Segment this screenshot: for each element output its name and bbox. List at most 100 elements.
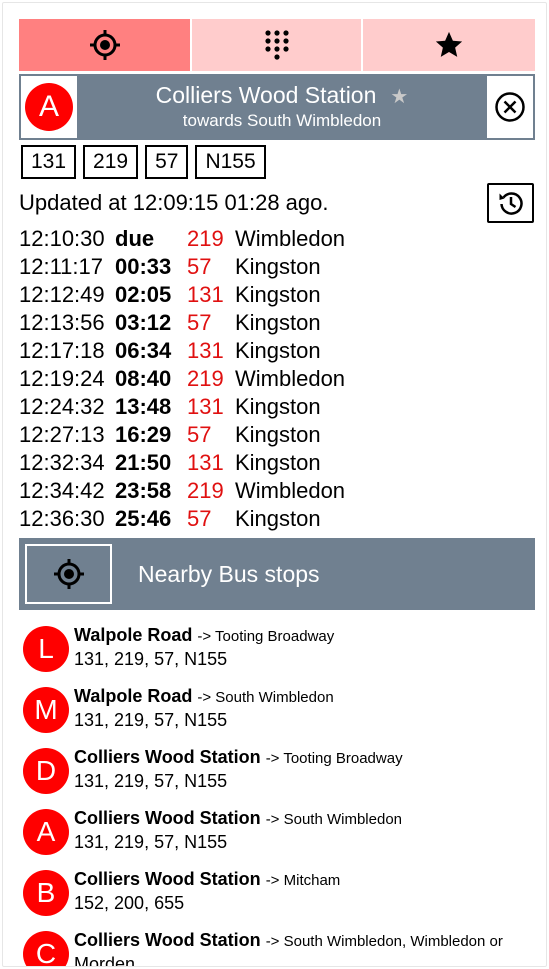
updated-status: Updated at 12:09:15 01:28 ago. (19, 190, 329, 215)
tab-bar (19, 19, 535, 71)
favourite-star-icon[interactable]: ★ (390, 86, 408, 108)
stop-name: Colliers Wood Station -> Mitcham (74, 867, 340, 893)
stop-direction: -> South Wimbledon (265, 811, 403, 828)
arrival-row: 12:24:32 13:48 131 Kingston (19, 393, 519, 421)
arrival-due: 08:40 (115, 366, 172, 391)
star-icon (435, 31, 463, 57)
arrival-route: 131 (187, 282, 224, 307)
arrival-row: 12:19:24 08:40 219 Wimbledon (19, 365, 519, 393)
tab-favourites[interactable] (363, 19, 535, 71)
arrival-time: 12:32:34 (19, 450, 105, 475)
nearby-stops-list: L Walpole Road -> Tooting Broadway 131, … (23, 623, 533, 967)
arrival-row: 12:36:30 25:46 57 Kingston (19, 505, 519, 533)
arrival-due: 13:48 (115, 394, 172, 419)
nearby-stop-item[interactable]: L Walpole Road -> Tooting Broadway 131, … (23, 623, 533, 684)
arrival-route: 219 (187, 226, 224, 251)
stop-direction: towards South Wimbledon (182, 111, 382, 130)
stop-name-line: Colliers Wood Station ★ (77, 81, 487, 111)
stop-name: Walpole Road -> Tooting Broadway (74, 623, 334, 649)
arrival-route: 131 (187, 338, 224, 363)
arrival-route: 219 (187, 366, 224, 391)
stop-name-text: Colliers Wood Station (74, 869, 261, 889)
arrival-due: 00:33 (115, 254, 172, 279)
arrival-destination: Kingston (235, 422, 321, 447)
arrival-row: 12:12:49 02:05 131 Kingston (19, 281, 519, 309)
nearby-stop-item[interactable]: D Colliers Wood Station -> Tooting Broad… (23, 745, 533, 806)
stop-name: Walpole Road -> South Wimbledon (74, 684, 334, 710)
route-chip[interactable]: 57 (145, 145, 189, 179)
keypad-icon (264, 30, 289, 60)
tab-keypad[interactable] (192, 19, 361, 71)
route-chip[interactable]: 219 (83, 145, 139, 179)
arrival-route: 57 (187, 506, 212, 531)
arrival-due: 06:34 (115, 338, 172, 363)
arrival-route: 131 (187, 450, 224, 475)
current-stop-header: A Colliers Wood Station ★ towards South W… (19, 74, 535, 140)
arrival-destination: Kingston (235, 506, 321, 531)
arrival-destination: Wimbledon (235, 366, 346, 391)
arrival-due: due (115, 226, 155, 251)
locate-icon (53, 559, 84, 589)
stop-name-text: Colliers Wood Station (74, 930, 261, 950)
close-icon (495, 92, 525, 122)
locate-me-button[interactable] (25, 544, 112, 604)
stop-direction: -> South Wimbledon, Wimbledon or (265, 933, 503, 950)
stop-letter-badge: D (23, 748, 69, 794)
stop-routes: 131, 219, 57, N155 (74, 649, 228, 669)
stop-letter-cell: A (21, 76, 77, 138)
stop-name-text: Colliers Wood Station (74, 808, 261, 828)
stop-info: Colliers Wood Station ★ towards South Wim… (77, 76, 487, 138)
arrival-route: 219 (187, 478, 224, 503)
nearby-stop-item[interactable]: C Colliers Wood Station -> South Wimbled… (23, 928, 533, 967)
arrival-time: 12:27:13 (19, 422, 105, 447)
arrival-row: 12:10:30 due 219 Wimbledon (19, 225, 519, 253)
nearby-stop-item[interactable]: B Colliers Wood Station -> Mitcham 152, … (23, 867, 533, 928)
stop-name-text: Walpole Road (74, 686, 193, 706)
stop-letter-badge: B (23, 870, 69, 916)
arrival-due: 16:29 (115, 422, 172, 447)
arrival-due: 21:50 (115, 450, 172, 475)
arrival-due: 03:12 (115, 310, 172, 335)
route-chip[interactable]: N155 (195, 145, 266, 179)
stop-letter-badge: M (23, 687, 69, 733)
arrival-destination: Kingston (235, 338, 321, 363)
stop-routes: Morden (74, 954, 136, 967)
tab-locate[interactable] (19, 19, 190, 71)
stop-direction: -> Tooting Broadway (197, 628, 335, 645)
stop-routes: 152, 200, 655 (74, 893, 185, 913)
arrival-row: 12:27:13 16:29 57 Kingston (19, 421, 519, 449)
nearby-stop-item[interactable]: A Colliers Wood Station -> South Wimbled… (23, 806, 533, 867)
stop-direction: -> Tooting Broadway (265, 750, 403, 767)
arrival-route: 57 (187, 422, 212, 447)
stop-name: Colliers Wood Station -> South Wimbledon… (74, 928, 503, 954)
arrival-time: 12:10:30 (19, 226, 105, 251)
stop-routes: 131, 219, 57, N155 (74, 771, 228, 791)
arrival-destination: Kingston (235, 394, 321, 419)
arrival-row: 12:11:17 00:33 57 Kingston (19, 253, 519, 281)
stop-letter-badge: L (23, 626, 69, 672)
arrival-time: 12:19:24 (19, 366, 105, 391)
refresh-icon (499, 192, 523, 215)
stop-name-text: Colliers Wood Station (74, 747, 261, 767)
arrival-due: 25:46 (115, 506, 172, 531)
stop-letter-badge: A (23, 809, 69, 855)
nearby-title: Nearby Bus stops (138, 560, 320, 587)
arrival-time: 12:13:56 (19, 310, 105, 335)
arrival-time: 12:12:49 (19, 282, 105, 307)
arrival-row: 12:17:18 06:34 131 Kingston (19, 337, 519, 365)
stop-letter-badge: C (23, 931, 69, 966)
nearby-stops-header: Nearby Bus stops (19, 538, 535, 610)
arrivals-list: 12:10:30 due 219 Wimbledon 12:11:17 00:33 57 K… (19, 225, 519, 533)
close-button[interactable] (487, 76, 533, 138)
arrival-destination: Wimbledon (235, 226, 346, 251)
stop-letter-badge: A (25, 83, 73, 131)
arrival-route: 57 (187, 310, 212, 335)
stop-direction: -> South Wimbledon (197, 689, 334, 706)
refresh-button[interactable] (487, 183, 534, 223)
stop-name: Colliers Wood Station -> South Wimbledon (74, 806, 402, 832)
arrival-row: 12:13:56 03:12 57 Kingston (19, 309, 519, 337)
arrival-row: 12:32:34 21:50 131 Kingston (19, 449, 519, 477)
route-chip[interactable]: 131 (21, 145, 77, 179)
nearby-stop-item[interactable]: M Walpole Road -> South Wimbledon 131, 2… (23, 684, 533, 745)
app-frame: A Colliers Wood Station ★ towards South W… (2, 2, 547, 967)
